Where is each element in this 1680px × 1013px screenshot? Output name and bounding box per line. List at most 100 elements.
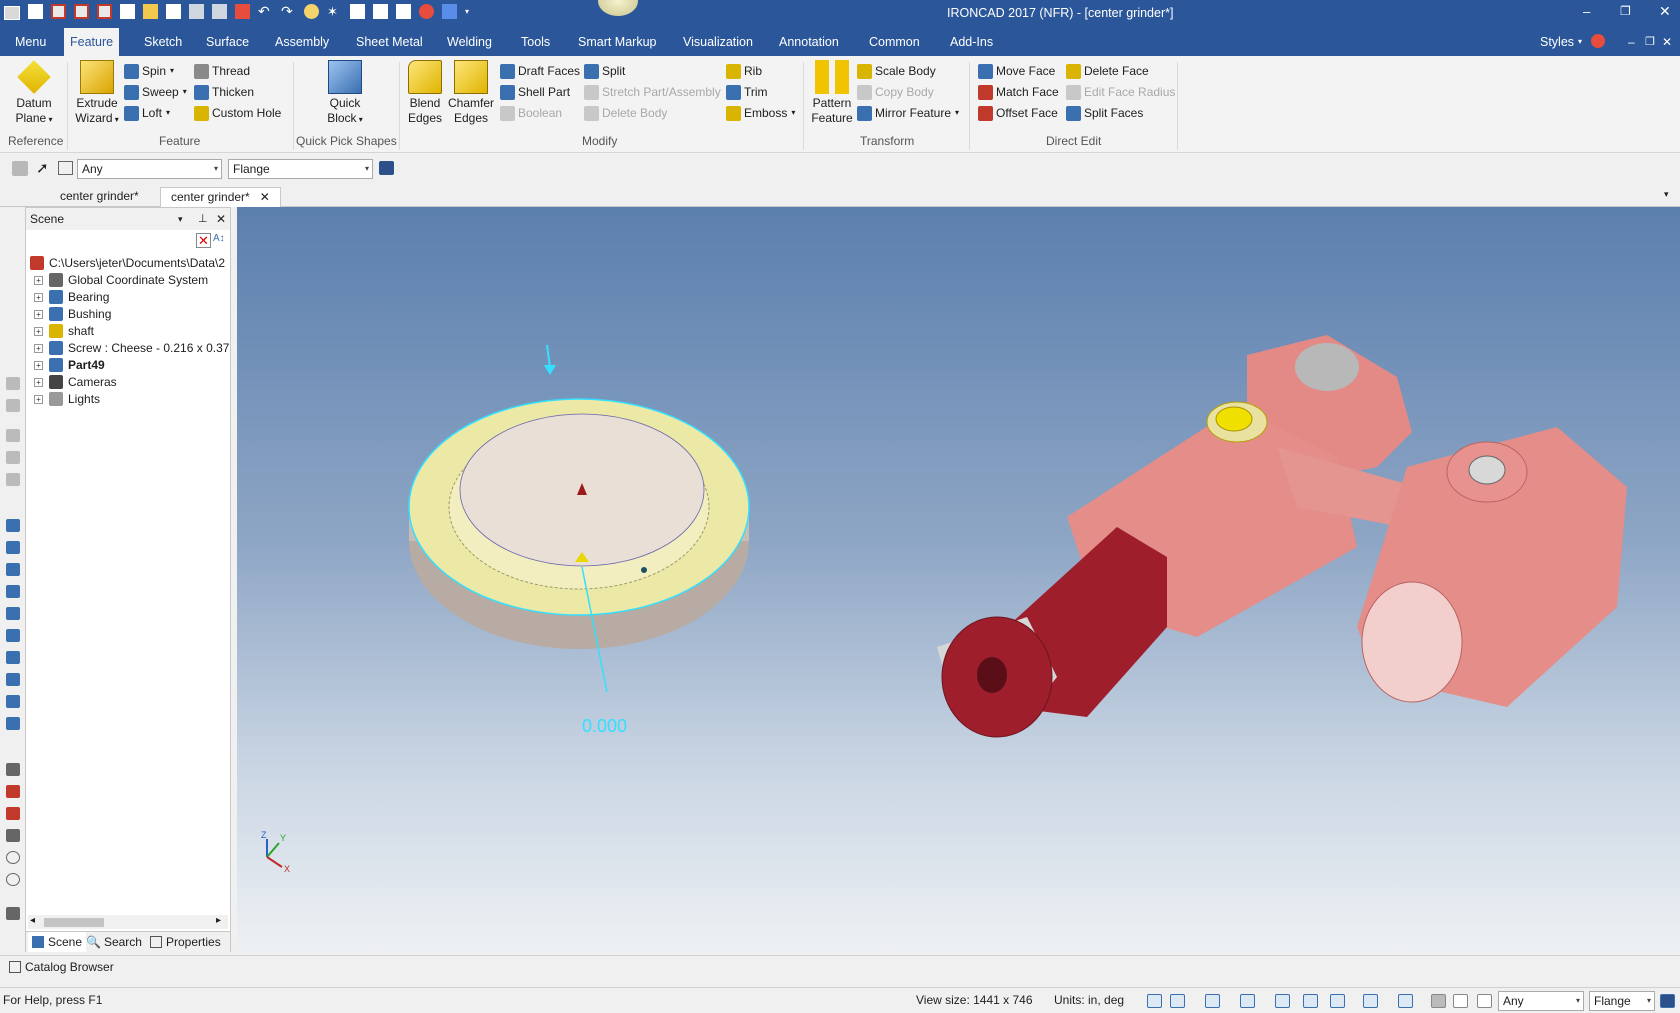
status-filter-combo[interactable]: Any ▾: [1498, 991, 1584, 1011]
undo-icon[interactable]: ↶: [258, 4, 273, 19]
new-icon[interactable]: [28, 4, 43, 19]
tool-icon-1[interactable]: [6, 377, 20, 390]
quick-block-button[interactable]: Quick Block ▾: [320, 60, 370, 127]
tree-item-shaft[interactable]: + shaft: [34, 322, 94, 340]
tab-sheet-metal[interactable]: Sheet Metal: [356, 28, 423, 56]
tool-icon-21[interactable]: [6, 873, 20, 886]
tab-scene[interactable]: Scene: [28, 932, 87, 952]
select-part-icon[interactable]: [1431, 994, 1446, 1008]
blend-edges-button[interactable]: Blend Edges: [404, 60, 446, 126]
move-face-button[interactable]: Move Face: [978, 61, 1055, 81]
emboss-button[interactable]: Emboss ▾: [726, 103, 795, 123]
expand-icon[interactable]: +: [34, 326, 43, 336]
tab-tools[interactable]: Tools: [521, 28, 550, 56]
extrude-wizard-button[interactable]: Extrude Wizard ▾: [73, 60, 121, 127]
tab-welding[interactable]: Welding: [447, 28, 492, 56]
flange-part[interactable]: [408, 344, 750, 693]
select-filter-icon[interactable]: [1477, 994, 1492, 1008]
catalog-browser-button[interactable]: Catalog Browser: [25, 956, 114, 978]
visibility-icon[interactable]: [1398, 994, 1413, 1008]
tab-assembly[interactable]: Assembly: [275, 28, 329, 56]
tool-icon-12[interactable]: [6, 651, 20, 664]
display-icon[interactable]: [1363, 994, 1378, 1008]
tab-properties[interactable]: Properties: [150, 932, 221, 952]
tools-icon[interactable]: [189, 4, 204, 19]
app-icon[interactable]: [4, 6, 20, 20]
expand-icon[interactable]: +: [34, 377, 43, 387]
delete-body-button[interactable]: Delete Body: [584, 103, 667, 123]
dimension-value[interactable]: 0.000: [582, 716, 627, 736]
view-icon[interactable]: [1205, 994, 1220, 1008]
tree-item-bushing[interactable]: + Bushing: [34, 305, 111, 323]
sort-icon[interactable]: A↕: [213, 233, 228, 248]
render-mode-icon[interactable]: [1330, 994, 1345, 1008]
tool-icon-20[interactable]: [6, 851, 20, 864]
tool-icon-19[interactable]: [6, 829, 20, 842]
tool-icon-5[interactable]: [6, 473, 20, 486]
expand-icon[interactable]: +: [34, 292, 43, 302]
split-faces-button[interactable]: Split Faces: [1066, 103, 1143, 123]
viewport-canvas[interactable]: 0.000 Z Y X: [237, 207, 1680, 952]
delete-face-button[interactable]: Delete Face: [1066, 61, 1149, 81]
tree-item-part49[interactable]: + Part49: [34, 356, 105, 374]
horizontal-scrollbar[interactable]: ◂ ▸: [28, 915, 228, 929]
pointer-icon[interactable]: ➚: [36, 159, 49, 177]
doc-tab-2[interactable]: center grinder* ✕: [160, 187, 281, 207]
list-icon[interactable]: [373, 4, 388, 19]
tab-add-ins[interactable]: Add-Ins: [950, 28, 993, 56]
window-icon[interactable]: [396, 4, 411, 19]
hierarchy-icon[interactable]: [1660, 994, 1675, 1008]
tool-icon-15[interactable]: [6, 717, 20, 730]
rib-button[interactable]: Rib: [726, 61, 762, 81]
tab-sketch[interactable]: Sketch: [144, 28, 182, 56]
tool-icon-22[interactable]: [6, 907, 20, 920]
tree-item-cameras[interactable]: + Cameras: [34, 373, 117, 391]
close-button[interactable]: ✕: [1659, 3, 1673, 20]
sweep-button[interactable]: Sweep ▾: [124, 82, 187, 102]
custom-hole-button[interactable]: Custom Hole: [194, 103, 281, 123]
new-assembly-icon[interactable]: [74, 4, 89, 19]
expand-icon[interactable]: +: [34, 275, 43, 285]
tab-list-icon[interactable]: ▾: [1664, 189, 1669, 200]
tab-feature[interactable]: Feature: [64, 28, 120, 56]
loft-button[interactable]: Loft ▾: [124, 103, 170, 123]
spin-button[interactable]: Spin ▾: [124, 61, 174, 81]
help-icon[interactable]: [419, 4, 434, 19]
tool-icon-13[interactable]: [6, 673, 20, 686]
3d-viewport[interactable]: 0.000 Z Y X: [237, 207, 1680, 952]
tab-smart-markup[interactable]: Smart Markup: [578, 28, 657, 56]
tab-visualization[interactable]: Visualization: [683, 28, 753, 56]
tool-icon-14[interactable]: [6, 695, 20, 708]
match-face-button[interactable]: Match Face: [978, 82, 1059, 102]
panel-close-icon[interactable]: ✕: [216, 208, 226, 230]
scroll-right-icon[interactable]: ▸: [216, 915, 221, 926]
tool-icon-6[interactable]: [6, 519, 20, 532]
chamfer-edges-button[interactable]: Chamfer Edges: [447, 60, 495, 126]
properties-icon[interactable]: [212, 4, 227, 19]
expand-icon[interactable]: +: [34, 309, 43, 319]
tool-icon-9[interactable]: [6, 585, 20, 598]
tool-icon-2[interactable]: [6, 399, 20, 412]
expand-icon[interactable]: +: [34, 360, 43, 370]
tab-surface[interactable]: Surface: [206, 28, 249, 56]
close-tab-icon[interactable]: ✕: [260, 190, 270, 204]
trim-button[interactable]: Trim: [726, 82, 768, 102]
new-part-icon[interactable]: [51, 4, 66, 19]
tab-annotation[interactable]: Annotation: [779, 28, 839, 56]
styles-menu[interactable]: Styles: [1540, 28, 1574, 56]
shell-part-button[interactable]: Shell Part: [500, 82, 570, 102]
render-icon[interactable]: [304, 4, 319, 19]
scale-body-button[interactable]: Scale Body: [857, 61, 936, 81]
status-type-combo[interactable]: Flange ▾: [1589, 991, 1655, 1011]
ribbon-minimize-icon[interactable]: –: [1628, 28, 1635, 56]
tree-item-root[interactable]: C:\Users\jeter\Documents\Data\2: [30, 254, 225, 272]
panel-menu-icon[interactable]: ▾: [178, 208, 183, 230]
help-icon[interactable]: [1591, 34, 1605, 48]
offset-face-button[interactable]: Offset Face: [978, 103, 1058, 123]
datum-plane-button[interactable]: Datum Plane ▾: [12, 60, 56, 127]
tool-icon-16[interactable]: [6, 763, 20, 776]
copy-body-button[interactable]: Copy Body: [857, 82, 934, 102]
open-icon[interactable]: [143, 4, 158, 19]
pattern-feature-button[interactable]: Pattern Feature: [810, 60, 854, 126]
pin-icon[interactable]: ⊥: [198, 208, 208, 230]
